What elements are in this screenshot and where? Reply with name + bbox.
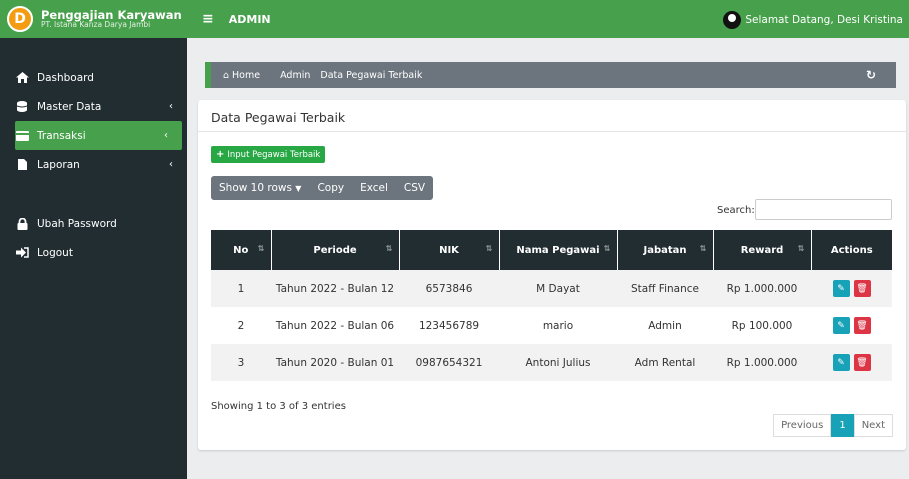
breadcrumb: ⌂ Home Admin Data Pegawai Terbaik ↻: [205, 62, 896, 88]
sidebar-item-transaksi[interactable]: Transaksi ‹: [15, 121, 182, 150]
sidebar-item-dashboard[interactable]: Dashboard: [0, 63, 187, 92]
sidebar-item-label: Ubah Password: [37, 217, 117, 230]
page-1-button[interactable]: 1: [831, 414, 854, 437]
breadcrumb-current: Data Pegawai Terbaik: [320, 69, 423, 81]
sidebar: D Penggajian Karyawan PT. Istana Kanza D…: [0, 0, 187, 479]
column-header-no[interactable]: No ⇅: [211, 230, 272, 270]
chevron-left-icon: ‹: [164, 130, 168, 141]
sidebar-item-label: Logout: [37, 246, 73, 259]
column-header-nik[interactable]: NIK ⇅: [399, 230, 500, 270]
pagination: Previous 1 Next: [773, 414, 893, 437]
sidebar-item-label: Transaksi: [37, 129, 86, 142]
trash-icon[interactable]: 🗑: [853, 354, 871, 371]
topbar: ≡ ADMIN Selamat Datang, Desi Kristina: [187, 0, 909, 38]
trash-icon[interactable]: 🗑: [853, 317, 871, 334]
edit-icon[interactable]: ✎: [832, 354, 850, 371]
chevron-left-icon: ‹: [169, 101, 173, 112]
table-row: 3 Tahun 2020 - Bulan 01 0987654321 Anton…: [211, 344, 892, 381]
search-label: Search:: [717, 205, 755, 216]
column-header-nama-pegawai[interactable]: Nama Pegawai ⇅: [499, 230, 618, 270]
sidebar-item-master-data[interactable]: Master Data ‹: [0, 92, 187, 121]
edit-icon[interactable]: ✎: [832, 280, 850, 297]
user-icon: [723, 11, 742, 29]
sidebar-item-logout[interactable]: Logout: [0, 238, 187, 267]
card-icon: [15, 130, 29, 142]
home-icon: ⌂: [223, 69, 230, 81]
app-subtitle: PT. Istana Kanza Darya Jambi: [41, 20, 151, 30]
search-input[interactable]: [755, 199, 892, 220]
welcome-text: Selamat Datang, Desi Kristina: [745, 14, 903, 26]
column-header-actions: Actions: [830, 244, 873, 256]
column-header-reward[interactable]: Reward ⇅: [713, 230, 812, 270]
menu-toggle-icon[interactable]: ≡: [202, 11, 214, 27]
sidebar-item-ubah-password[interactable]: Ubah Password: [0, 209, 187, 238]
home-icon: [15, 72, 29, 84]
lock-icon: [15, 217, 29, 230]
edit-icon[interactable]: ✎: [832, 317, 850, 334]
sidebar-menu: Dashboard Master Data ‹ Transaksi ‹ Lapo…: [0, 63, 187, 267]
table-info: Showing 1 to 3 of 3 entries: [211, 401, 346, 412]
user-menu[interactable]: Selamat Datang, Desi Kristina: [723, 11, 903, 29]
topbar-title: ADMIN: [228, 12, 271, 26]
table-row: 2 Tahun 2022 - Bulan 06 123456789 mario …: [211, 307, 892, 344]
sidebar-item-label: Laporan: [37, 158, 80, 171]
sidebar-item-label: Dashboard: [37, 71, 94, 84]
column-header-periode[interactable]: Periode ⇅: [271, 230, 400, 270]
refresh-icon[interactable]: ↻: [866, 68, 876, 82]
breadcrumb-home[interactable]: ⌂ Home: [223, 70, 270, 81]
sidebar-item-label: Master Data: [37, 100, 102, 113]
data-table: No ⇅ Periode ⇅ NIK ⇅ Nama Pegawai ⇅ Jabatan ⇅…: [211, 230, 892, 381]
database-icon: [15, 101, 29, 113]
previous-button[interactable]: Previous: [773, 414, 832, 437]
logo: D: [7, 6, 33, 32]
breadcrumb-admin[interactable]: Admin: [280, 70, 310, 81]
next-button[interactable]: Next: [853, 414, 893, 437]
brand[interactable]: D Penggajian Karyawan PT. Istana Kanza D…: [0, 0, 187, 38]
sidebar-item-laporan[interactable]: Laporan ‹: [0, 150, 187, 179]
chevron-left-icon: ‹: [169, 159, 173, 170]
trash-icon[interactable]: 🗑: [853, 280, 871, 297]
file-icon: [15, 159, 29, 171]
column-header-jabatan[interactable]: Jabatan ⇅: [617, 230, 714, 270]
table-row: 1 Tahun 2022 - Bulan 12 6573846 M Dayat …: [211, 270, 892, 307]
logout-icon: [15, 247, 29, 259]
